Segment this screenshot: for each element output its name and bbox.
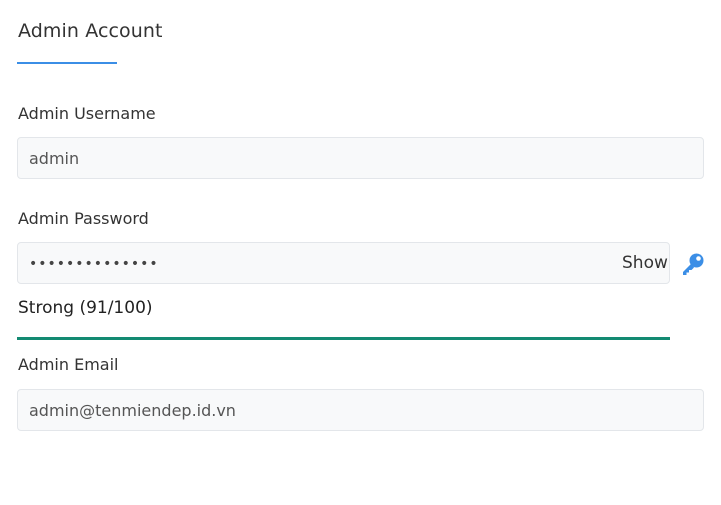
password-strength-text: Strong (91/100) xyxy=(18,298,153,318)
key-icon[interactable] xyxy=(680,251,706,277)
title-underline xyxy=(17,62,117,64)
admin-username-field[interactable] xyxy=(17,137,704,179)
admin-password-masked-value: •••••••••••••• xyxy=(29,256,159,272)
password-strength-fill xyxy=(17,337,670,340)
admin-username-label: Admin Username xyxy=(18,104,156,123)
admin-account-form: Admin Account Admin Username Admin Passw… xyxy=(0,0,721,505)
admin-username-input[interactable] xyxy=(29,138,692,178)
section-title: Admin Account xyxy=(18,20,163,42)
admin-email-input[interactable] xyxy=(29,390,692,430)
show-password-toggle[interactable]: Show xyxy=(622,253,668,273)
admin-email-label: Admin Email xyxy=(18,355,119,374)
admin-email-field[interactable] xyxy=(17,389,704,431)
password-strength-bar xyxy=(17,337,670,340)
admin-password-field[interactable]: •••••••••••••• xyxy=(17,242,670,284)
admin-password-label: Admin Password xyxy=(18,209,149,228)
